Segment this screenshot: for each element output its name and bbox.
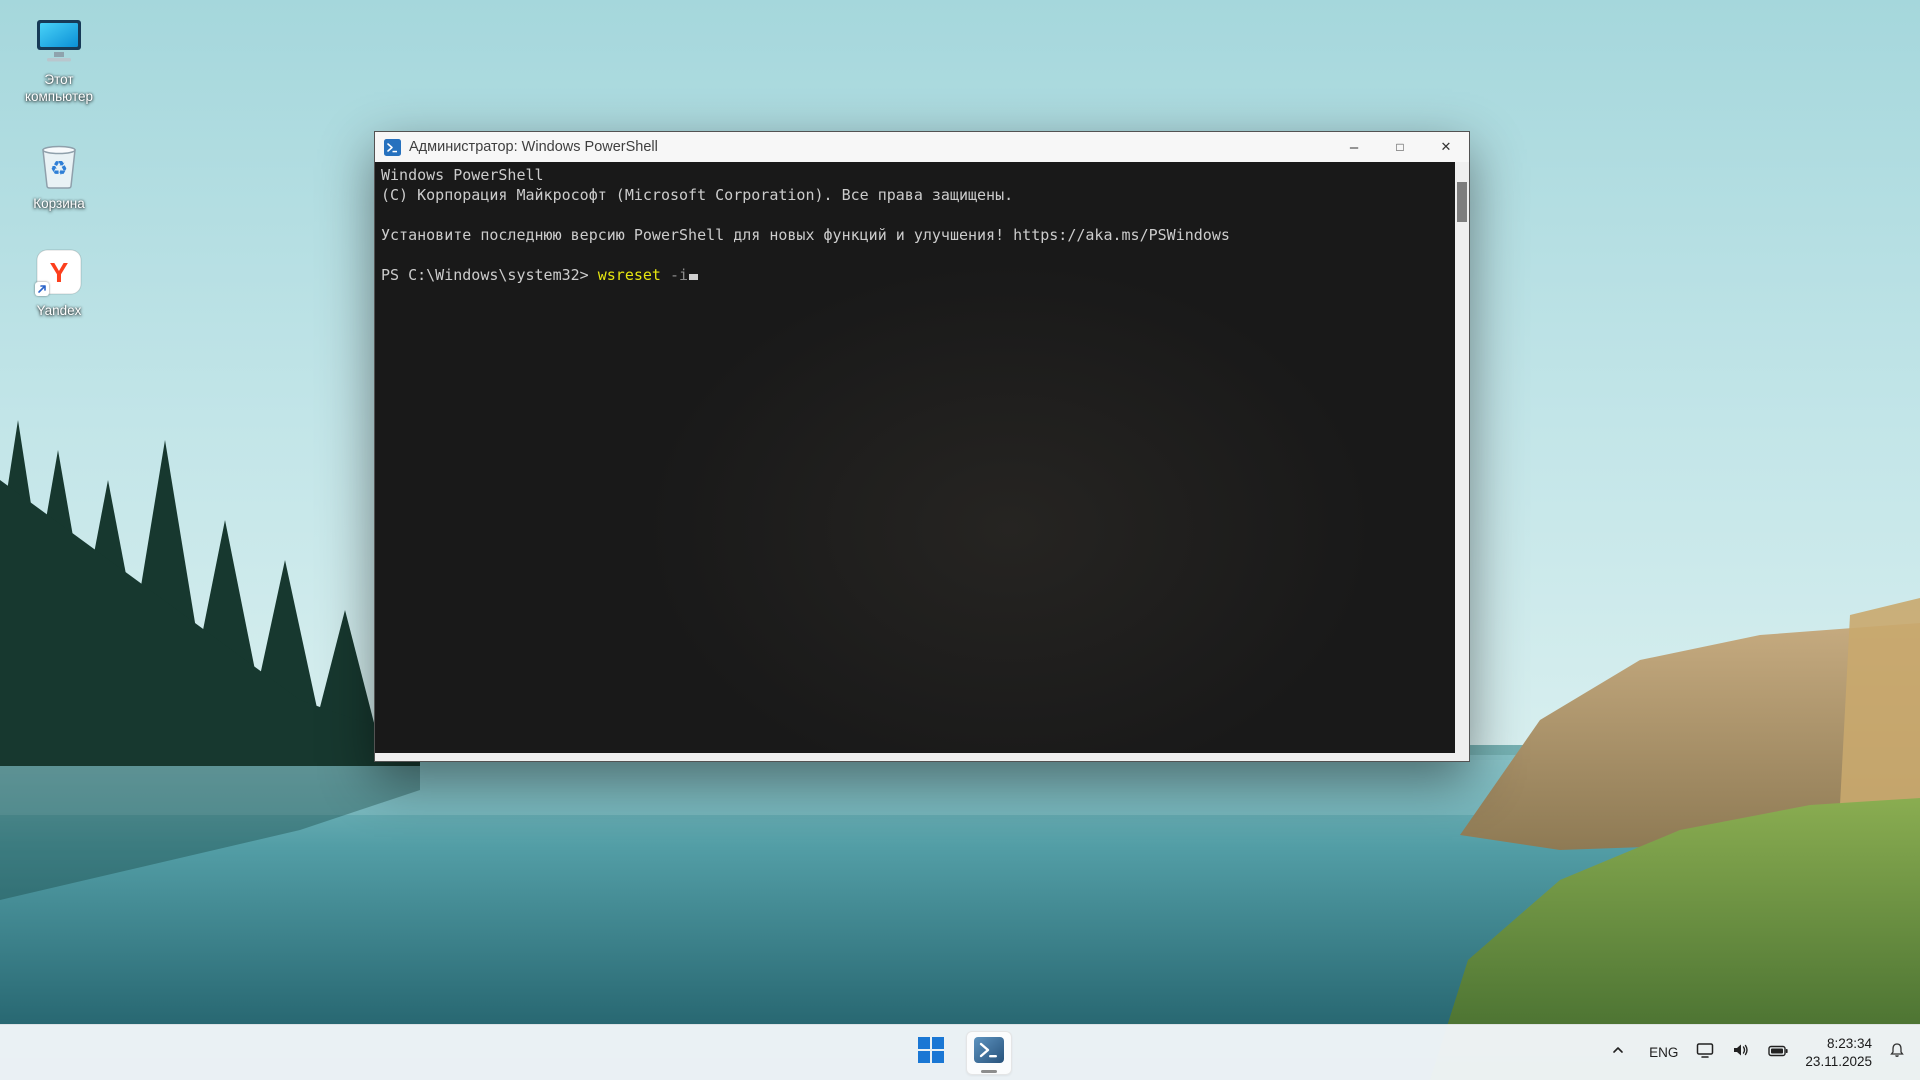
- windows-logo-icon: [918, 1037, 944, 1068]
- maximize-button[interactable]: □: [1377, 132, 1423, 162]
- shortcut-arrow-icon: [35, 282, 49, 296]
- taskbar: ENG 8:23:34 23.11.2025: [0, 1024, 1920, 1080]
- desktop-icon-label: Yandex: [37, 303, 82, 320]
- clock-time: 8:23:34: [1805, 1035, 1872, 1053]
- desktop-icon-label: Корзина: [33, 196, 84, 213]
- desktop-icon-recycle-bin[interactable]: ♻ Корзина: [6, 132, 112, 219]
- clock-date: 23.11.2025: [1805, 1053, 1872, 1071]
- powershell-window: Администратор: Windows PowerShell – □ ✕ …: [374, 131, 1470, 762]
- vertical-scrollbar[interactable]: [1455, 162, 1469, 753]
- taskbar-clock[interactable]: 8:23:34 23.11.2025: [1799, 1033, 1878, 1073]
- notification-bell-icon: [1889, 1042, 1905, 1063]
- svg-text:Y: Y: [50, 257, 69, 288]
- system-tray: ENG 8:23:34 23.11.2025: [1604, 1025, 1920, 1080]
- window-title: Администратор: Windows PowerShell: [409, 139, 658, 155]
- taskbar-center-icons: [908, 1025, 1012, 1080]
- network-button[interactable]: [1689, 1033, 1721, 1073]
- network-icon: [1696, 1042, 1714, 1064]
- recycle-bin-icon: ♻: [32, 138, 86, 192]
- terminal-content[interactable]: Windows PowerShell (C) Корпорация Майкро…: [375, 162, 1469, 753]
- desktop-icon-yandex[interactable]: Y Yandex: [6, 239, 112, 326]
- yandex-icon: Y: [32, 245, 86, 299]
- battery-icon: [1768, 1044, 1788, 1062]
- terminal-prompt: PS C:\Windows\system32>: [381, 266, 598, 284]
- terminal-prompt-line: PS C:\Windows\system32> wsreset -i: [381, 265, 1451, 285]
- window-bottom-strip: [375, 753, 1469, 761]
- window-titlebar[interactable]: Администратор: Windows PowerShell – □ ✕: [375, 132, 1469, 162]
- svg-text:♻: ♻: [50, 156, 68, 180]
- active-app-indicator: [981, 1070, 997, 1073]
- desktop-icon-this-pc[interactable]: Этот компьютер: [6, 8, 112, 112]
- terminal-blank-line: [381, 205, 1451, 225]
- this-pc-icon: [32, 14, 86, 68]
- minimize-button[interactable]: –: [1331, 132, 1377, 162]
- powershell-taskbar-icon: [973, 1034, 1005, 1071]
- notification-center-button[interactable]: [1882, 1033, 1912, 1073]
- desktop-icon-label: Этот компьютер: [13, 72, 105, 106]
- battery-button[interactable]: [1761, 1033, 1795, 1073]
- powershell-taskbar-button[interactable]: [966, 1031, 1012, 1075]
- scrollbar-thumb[interactable]: [1457, 182, 1467, 222]
- terminal-cursor: [689, 274, 698, 280]
- powershell-icon: [384, 139, 401, 156]
- language-indicator[interactable]: ENG: [1642, 1033, 1685, 1073]
- terminal-command: wsreset: [598, 266, 661, 284]
- terminal-line-copyright: (C) Корпорация Майкрософт (Microsoft Cor…: [381, 185, 1451, 205]
- terminal-line-banner: Windows PowerShell: [381, 165, 1451, 185]
- terminal-line-update-notice: Установите последнюю версию PowerShell д…: [381, 225, 1451, 245]
- desktop-icon-column: Этот компьютер ♻ Корзина Y Yandex: [6, 8, 112, 326]
- close-button[interactable]: ✕: [1423, 132, 1469, 162]
- window-controls: – □ ✕: [1331, 132, 1469, 162]
- terminal-parameter: -i: [661, 266, 688, 284]
- hidden-icons-chevron[interactable]: [1604, 1033, 1632, 1073]
- terminal-blank-line: [381, 245, 1451, 265]
- start-button[interactable]: [908, 1031, 954, 1075]
- chevron-up-icon: [1611, 1043, 1625, 1062]
- speaker-icon: [1732, 1042, 1750, 1063]
- volume-button[interactable]: [1725, 1033, 1757, 1073]
